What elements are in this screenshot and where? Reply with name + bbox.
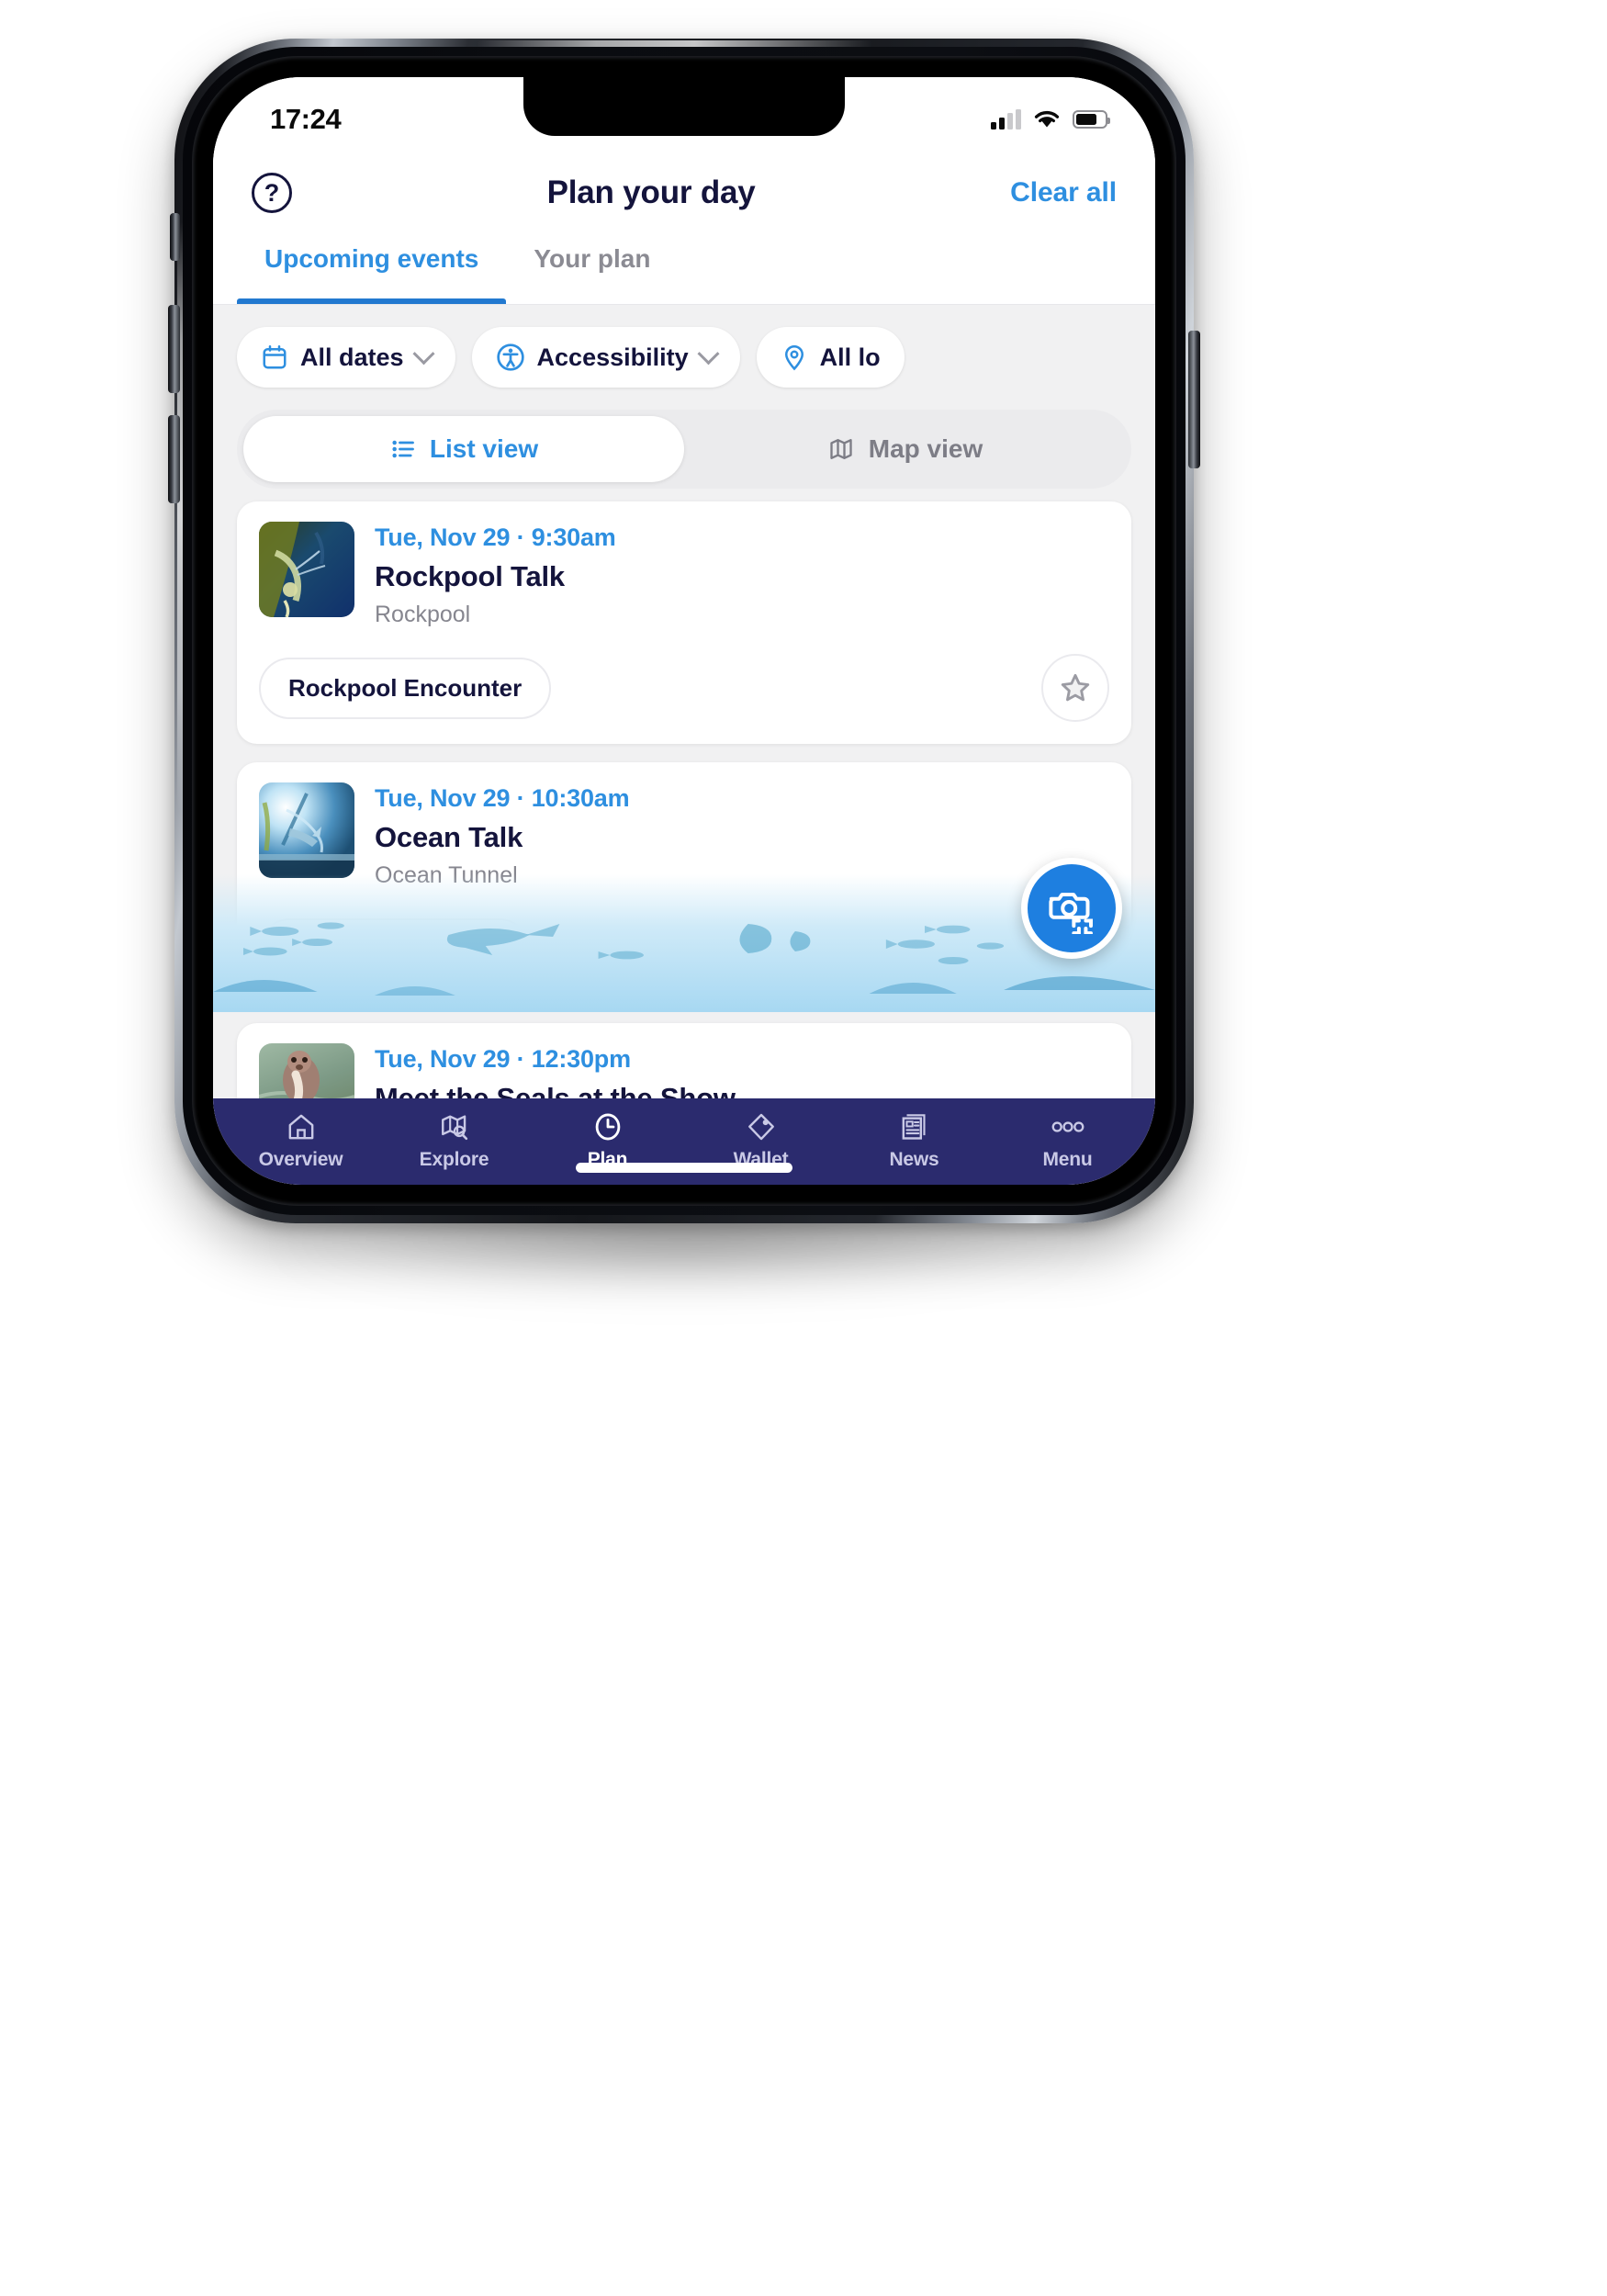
star-outline-icon	[1061, 673, 1090, 702]
event-card-top: Tue, Nov 29 · 10:30am Ocean Talk Ocean T…	[259, 782, 1109, 889]
cellular-bars-icon	[991, 109, 1021, 129]
event-title: Rockpool Talk	[375, 560, 565, 592]
screenshot-canvas: 17:24 ? Plan your day Clear all Upcoming…	[0, 0, 1607, 2296]
event-location: Ocean Tunnel	[375, 862, 518, 888]
map-icon	[830, 439, 852, 459]
nav-item-explore[interactable]: Explore	[404, 1109, 505, 1171]
nav-item-label: Overview	[258, 1149, 343, 1170]
page-title: Plan your day	[546, 174, 756, 210]
event-thumbnail	[259, 522, 354, 617]
tab-upcoming-events[interactable]: Upcoming events	[237, 237, 507, 304]
filter-chip-label: Accessibility	[536, 343, 689, 371]
calendar-icon	[263, 345, 287, 369]
nav-item-plan[interactable]: Plan	[557, 1109, 658, 1171]
wifi-icon	[1034, 110, 1060, 128]
three-dots-icon	[1050, 1109, 1086, 1144]
event-card-bottom: Rockpool Encounter	[259, 654, 1109, 722]
help-icon[interactable]: ?	[252, 173, 292, 213]
home-icon	[285, 1109, 318, 1144]
tab-bar: Upcoming events Your plan	[213, 237, 1155, 305]
nav-item-label: Menu	[1042, 1149, 1093, 1170]
accessibility-icon	[496, 343, 524, 371]
nav-item-label: Explore	[419, 1149, 489, 1170]
app-root: 17:24 ? Plan your day Clear all Upcoming…	[213, 77, 1155, 1185]
event-card-top: Tue, Nov 29 · 12:30pm Meet the Seals at …	[259, 1043, 1109, 1098]
silent-switch-button[interactable]	[170, 213, 180, 261]
nav-item-menu[interactable]: Menu	[1017, 1109, 1118, 1171]
scan-ticket-fab[interactable]	[1021, 858, 1122, 959]
event-card-info: Tue, Nov 29 · 10:30am Ocean Talk Ocean T…	[375, 782, 1109, 889]
filter-chip-all-dates[interactable]: All dates	[237, 327, 455, 388]
nav-item-label: News	[889, 1149, 939, 1170]
event-card[interactable]: Tue, Nov 29 · 9:30am Rockpool Talk Rockp…	[237, 501, 1131, 744]
event-list: Tue, Nov 29 · 9:30am Rockpool Talk Rockp…	[213, 489, 1155, 1098]
event-card-info: Tue, Nov 29 · 12:30pm Meet the Seals at …	[375, 1043, 1109, 1098]
event-time: Tue, Nov 29 · 12:30pm	[375, 1045, 631, 1073]
content-area: All dates Accessibility All lo List view…	[213, 305, 1155, 1098]
event-time: Tue, Nov 29 · 9:30am	[375, 523, 616, 551]
phone-screen: 17:24 ? Plan your day Clear all Upcoming…	[213, 77, 1155, 1185]
toggle-map-view-label: Map view	[868, 434, 983, 463]
battery-icon	[1073, 110, 1110, 129]
tab-your-plan[interactable]: Your plan	[506, 237, 678, 304]
camera-qr-scan-icon	[1049, 893, 1093, 934]
event-tag-pill[interactable]: Ocean Talk & Feed	[259, 917, 530, 980]
app-header: ? Plan your day Clear all	[213, 149, 1155, 237]
event-thumbnail	[259, 782, 354, 878]
event-card-info: Tue, Nov 29 · 9:30am Rockpool Talk Rockp…	[375, 522, 1109, 628]
toggle-list-view[interactable]: List view	[243, 416, 684, 482]
status-time: 17:24	[270, 103, 342, 135]
power-button[interactable]	[1188, 331, 1200, 468]
phone-mockup: 17:24 ? Plan your day Clear all Upcoming…	[168, 39, 1200, 1223]
event-card[interactable]: Tue, Nov 29 · 10:30am Ocean Talk Ocean T…	[237, 762, 1131, 1005]
status-indicators	[991, 109, 1110, 129]
nav-item-overview[interactable]: Overview	[251, 1109, 352, 1171]
filter-chip-label: All dates	[300, 343, 404, 371]
filter-chip-label: All lo	[819, 343, 881, 371]
event-thumbnail	[259, 1043, 354, 1098]
event-title: Ocean Talk	[375, 821, 523, 853]
filter-chips-row[interactable]: All dates Accessibility All lo	[213, 305, 1155, 397]
newspaper-icon	[899, 1109, 930, 1144]
nav-item-news[interactable]: News	[864, 1109, 965, 1171]
shrimp-in-rockpool-photo	[259, 522, 354, 617]
event-card[interactable]: Tue, Nov 29 · 12:30pm Meet the Seals at …	[237, 1023, 1131, 1098]
event-time: Tue, Nov 29 · 10:30am	[375, 784, 630, 812]
seal-in-water-photo	[259, 1043, 354, 1098]
clock-icon	[591, 1109, 624, 1144]
device-notch	[523, 77, 845, 136]
toggle-map-view[interactable]: Map view	[684, 416, 1125, 482]
filter-chip-accessibility[interactable]: Accessibility	[471, 327, 740, 388]
toggle-list-view-label: List view	[429, 434, 539, 463]
clear-all-button[interactable]: Clear all	[1010, 177, 1117, 208]
tag-icon	[745, 1109, 778, 1144]
home-indicator[interactable]	[576, 1163, 792, 1173]
nav-item-wallet[interactable]: Wallet	[711, 1109, 812, 1171]
event-title: Meet the Seals at the Show	[375, 1082, 736, 1098]
event-card-bottom: Ocean Talk & Feed	[259, 915, 1109, 983]
map-search-icon	[437, 1109, 472, 1144]
chevron-down-icon	[697, 342, 720, 365]
volume-down-button[interactable]	[168, 415, 180, 503]
chevron-down-icon	[412, 342, 435, 365]
view-toggle[interactable]: List view Map view	[237, 410, 1131, 489]
shark-in-ocean-tunnel-photo	[259, 782, 354, 878]
volume-up-button[interactable]	[168, 305, 180, 393]
list-icon	[392, 440, 414, 458]
event-card-top: Tue, Nov 29 · 9:30am Rockpool Talk Rockp…	[259, 522, 1109, 628]
event-location: Rockpool	[375, 602, 471, 627]
event-tag-pill[interactable]: Rockpool Encounter	[259, 657, 552, 719]
favourite-button[interactable]	[1041, 654, 1109, 722]
location-pin-icon	[784, 345, 804, 371]
filter-chip-all-locations[interactable]: All lo	[756, 327, 905, 388]
